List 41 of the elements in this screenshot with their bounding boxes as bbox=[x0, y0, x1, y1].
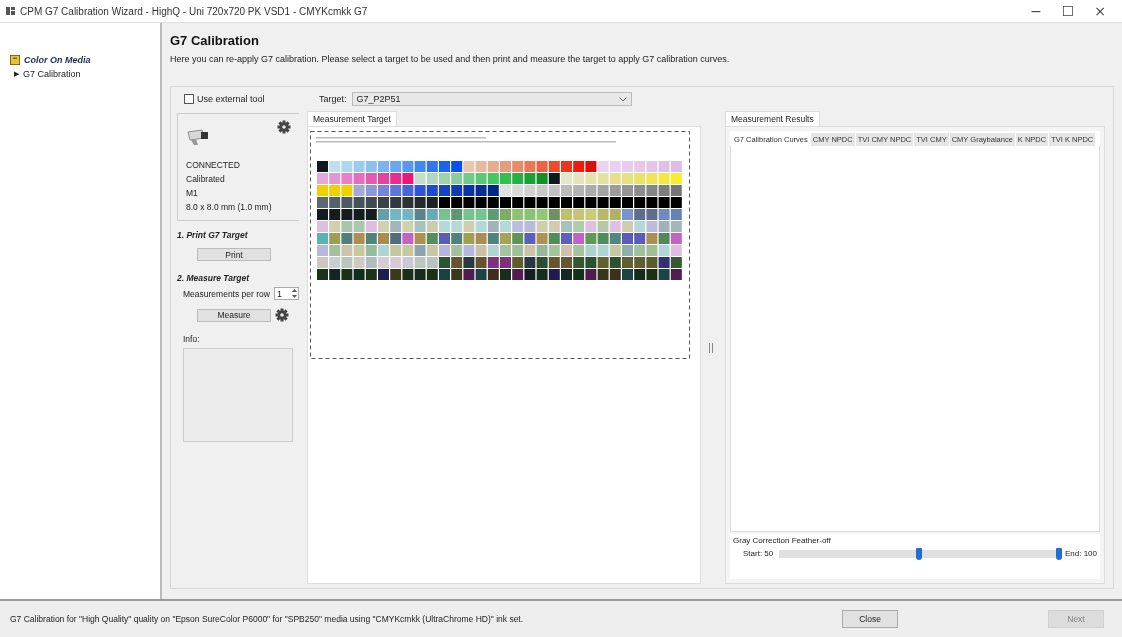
page-title: G7 Calibration bbox=[170, 33, 260, 48]
step-heading: 1. Print G7 Target bbox=[177, 230, 249, 240]
device-status: M1 bbox=[186, 187, 199, 200]
target-dropdown[interactable]: G7_P2P51 bbox=[351, 92, 632, 106]
app-icon bbox=[6, 6, 16, 16]
splitter-handle-icon[interactable] bbox=[709, 342, 713, 353]
gear-icon[interactable] bbox=[275, 308, 289, 322]
status-text: G7 Calibration for "High Quality" quality on "Epson SureColor P6000" for "SPB250" media using "CMYKcmkk (UltraChrome HD)" ink set. bbox=[10, 614, 525, 624]
device-status: 8.0 x 8.0 mm (1.0 mm) bbox=[186, 201, 273, 214]
slider-label: Gray Correction Feather-off bbox=[733, 536, 832, 545]
maximize-button[interactable]: ☐ bbox=[1052, 3, 1084, 19]
measurements-label: Measurements per row bbox=[183, 288, 270, 299]
minimize-button[interactable]: − bbox=[1020, 3, 1052, 19]
info-label: Info: bbox=[183, 334, 201, 344]
close-button[interactable]: Close bbox=[842, 610, 898, 628]
close-button[interactable]: × bbox=[1084, 3, 1116, 19]
spectrophotometer-icon bbox=[186, 128, 210, 146]
measure-button[interactable]: Measure bbox=[197, 308, 271, 322]
checkbox-label: Use external tool bbox=[197, 94, 265, 104]
window-title: CPM G7 Calibration Wizard - HighQ - Uni 720x720 PK VSD1 - CMYKcmkk G7 bbox=[20, 5, 369, 17]
chevron-icon bbox=[618, 96, 627, 102]
start-value: Start: 50 bbox=[743, 549, 774, 558]
slider-thumb[interactable] bbox=[1055, 547, 1062, 560]
tree-item[interactable]: G7 Calibration bbox=[23, 69, 81, 79]
panel-tab[interactable]: Measurement Target bbox=[307, 111, 397, 126]
panel-tab[interactable]: Measurement Results bbox=[725, 111, 820, 126]
device-status: Calibrated bbox=[186, 173, 226, 186]
device-status: CONNECTED bbox=[186, 159, 241, 172]
gear-icon[interactable] bbox=[277, 120, 291, 134]
book-icon bbox=[10, 55, 20, 65]
slider-thumb[interactable] bbox=[916, 547, 923, 560]
spin-arrows-icon[interactable] bbox=[291, 288, 298, 299]
page-description: Here you can re-apply G7 calibration. Please select a target to be used and then print and measure the target to apply G7 calibration curves. bbox=[170, 54, 731, 64]
range-slider[interactable] bbox=[779, 549, 1059, 558]
measurements-spinbox[interactable]: 1 bbox=[273, 287, 299, 300]
print-button[interactable]: Print bbox=[197, 248, 271, 261]
tree-item[interactable]: Color On Media bbox=[24, 55, 91, 65]
target-label: Target: bbox=[319, 94, 347, 104]
checkbox[interactable] bbox=[184, 94, 194, 104]
step-heading: 2. Measure Target bbox=[177, 273, 251, 283]
end-value: End: 100 bbox=[1064, 549, 1097, 558]
